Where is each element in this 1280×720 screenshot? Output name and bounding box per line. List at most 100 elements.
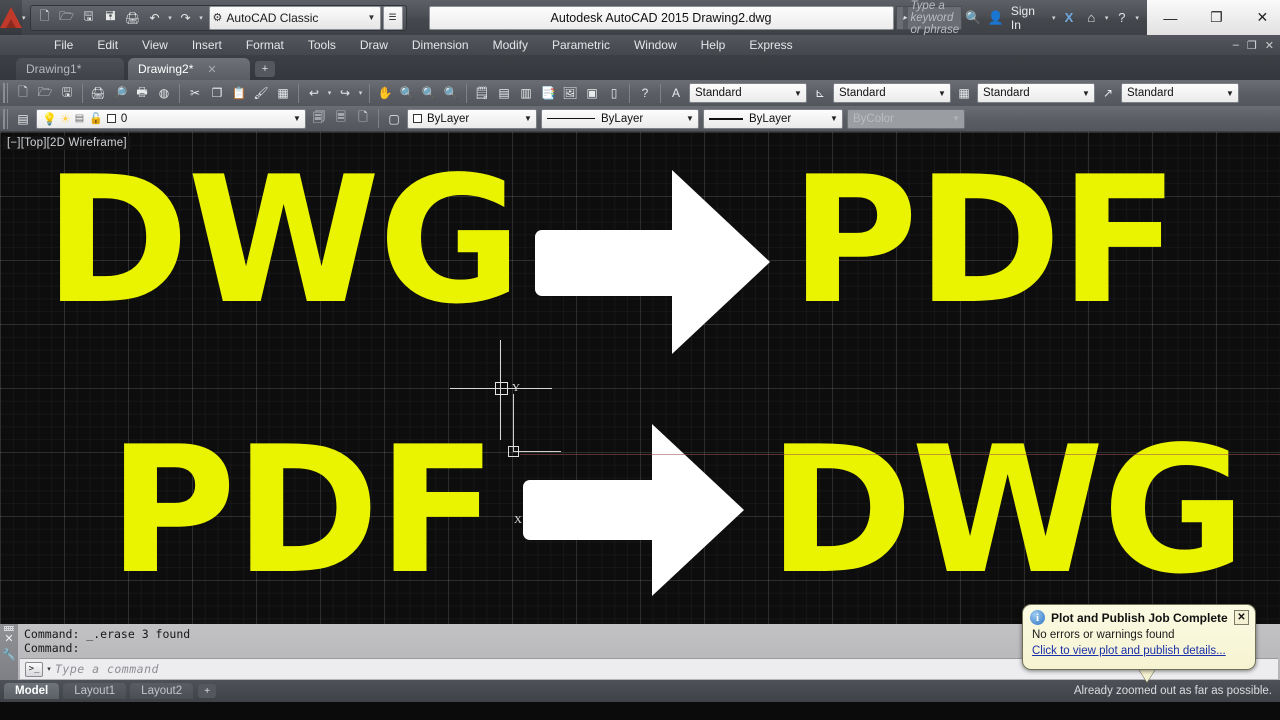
plot-icon[interactable]: 🖨 [122, 7, 144, 29]
mleader-style-icon[interactable]: ↗ [1098, 82, 1118, 104]
table-style-icon[interactable]: ▦ [954, 82, 974, 104]
chevron-down-icon[interactable]: ▼ [934, 89, 950, 98]
doc-close-button[interactable]: ✕ [1265, 39, 1274, 52]
dwg-text-top[interactable]: DWG [44, 154, 522, 329]
menu-parametric[interactable]: Parametric [540, 38, 622, 52]
markup-manager-icon[interactable]: ▣ [582, 82, 602, 104]
close-button[interactable]: ✕ [1239, 0, 1280, 35]
qat-customize-button[interactable]: ☰ [382, 5, 403, 30]
layout-tab-layout1[interactable]: Layout1 [63, 683, 127, 699]
calculator-icon[interactable]: ▯ [604, 82, 624, 104]
a360-dropdown-icon[interactable]: ▾ [1102, 14, 1110, 22]
sun-icon[interactable]: ☀ [60, 112, 71, 126]
design-center-icon[interactable]: ▤ [494, 82, 514, 104]
lock-icon[interactable]: 🔓 [89, 112, 103, 125]
block-editor-icon[interactable]: ▦ [273, 82, 293, 104]
text-style-icon[interactable]: A [666, 82, 686, 104]
3d-print-icon[interactable]: ◍ [154, 82, 174, 104]
paste-icon[interactable]: 📋 [229, 82, 249, 104]
balloon-details-link[interactable]: Click to view plot and publish details..… [1023, 641, 1255, 657]
layer-isolate-icon[interactable]: 🗏 [331, 108, 351, 130]
undo-icon[interactable]: ↩ [304, 82, 324, 104]
menu-draw[interactable]: Draw [348, 38, 400, 52]
linetype-combo[interactable]: ByLayer ▼ [541, 108, 699, 129]
command-drag-grip[interactable] [4, 626, 14, 631]
exchange-apps-icon[interactable]: X [1058, 0, 1080, 35]
new-layout-button[interactable]: + [198, 684, 217, 698]
text-style-combo[interactable]: Standard ▼ [689, 83, 807, 103]
menu-edit[interactable]: Edit [85, 38, 130, 52]
open-icon[interactable]: 🗁 [35, 82, 55, 104]
autodesk-360-icon[interactable]: ⌂ [1080, 0, 1102, 35]
copy-icon[interactable]: ❐ [207, 82, 227, 104]
menu-insert[interactable]: Insert [180, 38, 234, 52]
customize-wrench-icon[interactable]: 🔧 [2, 648, 16, 661]
zoom-previous-icon[interactable]: 🔍 [441, 82, 461, 104]
menu-file[interactable]: File [42, 38, 85, 52]
doc-restore-button[interactable]: ❐ [1247, 39, 1257, 52]
layer-properties-icon[interactable]: ▤ [13, 108, 33, 130]
maximize-button[interactable]: ❐ [1193, 0, 1240, 35]
chevron-down-icon[interactable]: ▼ [289, 114, 305, 123]
logo-dropdown-caret-icon[interactable]: ▾ [22, 14, 26, 22]
command-prompt-icon[interactable]: >_ [25, 661, 43, 677]
open-file-icon[interactable]: 🗁 [56, 7, 78, 29]
close-icon[interactable]: ✕ [4, 634, 13, 645]
new-icon[interactable]: 🗋 [13, 82, 33, 104]
file-tab-drawing2[interactable]: Drawing2* ✕ [128, 58, 250, 80]
command-input[interactable]: Type a command [55, 662, 159, 676]
mleader-style-combo[interactable]: Standard ▼ [1121, 83, 1239, 103]
chevron-down-icon[interactable]: ▼ [1078, 89, 1094, 98]
user-avatar-icon[interactable]: 👤 [985, 0, 1007, 35]
chevron-down-icon[interactable]: ▾ [43, 665, 55, 673]
help-dropdown-icon[interactable]: ▾ [1133, 14, 1141, 22]
redo-dropdown-icon[interactable]: ▾ [356, 82, 365, 104]
search-icon[interactable]: 🔍 [962, 0, 984, 35]
zoom-realtime-icon[interactable]: 🔍 [397, 82, 417, 104]
new-tab-button[interactable]: + [255, 61, 275, 77]
plot-publish-notification[interactable]: i Plot and Publish Job Complete ✕ No err… [1022, 604, 1256, 670]
doc-minimize-button[interactable]: – [1233, 39, 1239, 51]
menu-modify[interactable]: Modify [481, 38, 540, 52]
layer-color-swatch-icon[interactable] [106, 114, 116, 123]
autodesk-logo-button[interactable] [0, 0, 22, 35]
menu-express[interactable]: Express [737, 38, 804, 52]
menu-view[interactable]: View [130, 38, 180, 52]
save-as-icon[interactable]: 🖬 [100, 7, 122, 29]
bulb-icon[interactable]: 💡 [42, 112, 57, 126]
lineweight-combo[interactable]: ByLayer ▼ [703, 108, 843, 129]
file-tab-drawing1[interactable]: Drawing1* [16, 58, 124, 80]
toolbar-grip[interactable] [3, 108, 10, 129]
sign-in-dropdown-icon[interactable]: ▾ [1050, 14, 1058, 22]
chevron-down-icon[interactable]: ▼ [520, 114, 536, 123]
menu-format[interactable]: Format [234, 38, 296, 52]
layout-tab-model[interactable]: Model [4, 683, 60, 699]
close-icon[interactable]: ✕ [1234, 610, 1249, 625]
redo-dropdown-icon[interactable]: ▾ [197, 14, 206, 22]
chevron-down-icon[interactable]: ▼ [364, 13, 380, 22]
save-icon[interactable]: 🖫 [78, 7, 100, 29]
help-icon[interactable]: ? [1111, 0, 1133, 35]
chevron-down-icon[interactable]: ▼ [1222, 89, 1238, 98]
redo-icon[interactable]: ↷ [175, 7, 197, 29]
chevron-down-icon[interactable]: ▼ [826, 114, 842, 123]
info-search-box[interactable]: ▸ Type a keyword or phrase [895, 0, 963, 36]
minimize-button[interactable]: — [1147, 0, 1194, 35]
match-properties-icon[interactable]: 🖌 [251, 82, 271, 104]
undo-dropdown-icon[interactable]: ▾ [166, 14, 175, 22]
plot-preview-icon[interactable]: 🔎 [110, 82, 130, 104]
workspace-switcher[interactable]: ⚙ AutoCAD Classic ▼ [208, 5, 381, 30]
publish-icon[interactable]: 🖶 [132, 82, 152, 104]
search-expand-icon[interactable]: ▸ [902, 6, 908, 29]
freeze-icon[interactable]: ▤ [75, 113, 84, 124]
sheet-set-manager-icon[interactable]: 📑 [538, 82, 558, 104]
redo-icon[interactable]: ↪ [335, 82, 355, 104]
chevron-down-icon[interactable]: ▼ [790, 89, 806, 98]
chevron-down-icon[interactable]: ▼ [682, 114, 698, 123]
zoom-window-icon[interactable]: 🔍 [419, 82, 439, 104]
color-combo[interactable]: ByLayer ▼ [407, 108, 537, 129]
toolbar-grip[interactable] [3, 83, 10, 103]
drawing-canvas[interactable]: [−][Top][2D Wireframe] DWG PDF PDF DWG X… [0, 132, 1280, 624]
pan-icon[interactable]: ✋ [375, 82, 395, 104]
layer-states-icon[interactable]: ▢ [384, 108, 404, 130]
